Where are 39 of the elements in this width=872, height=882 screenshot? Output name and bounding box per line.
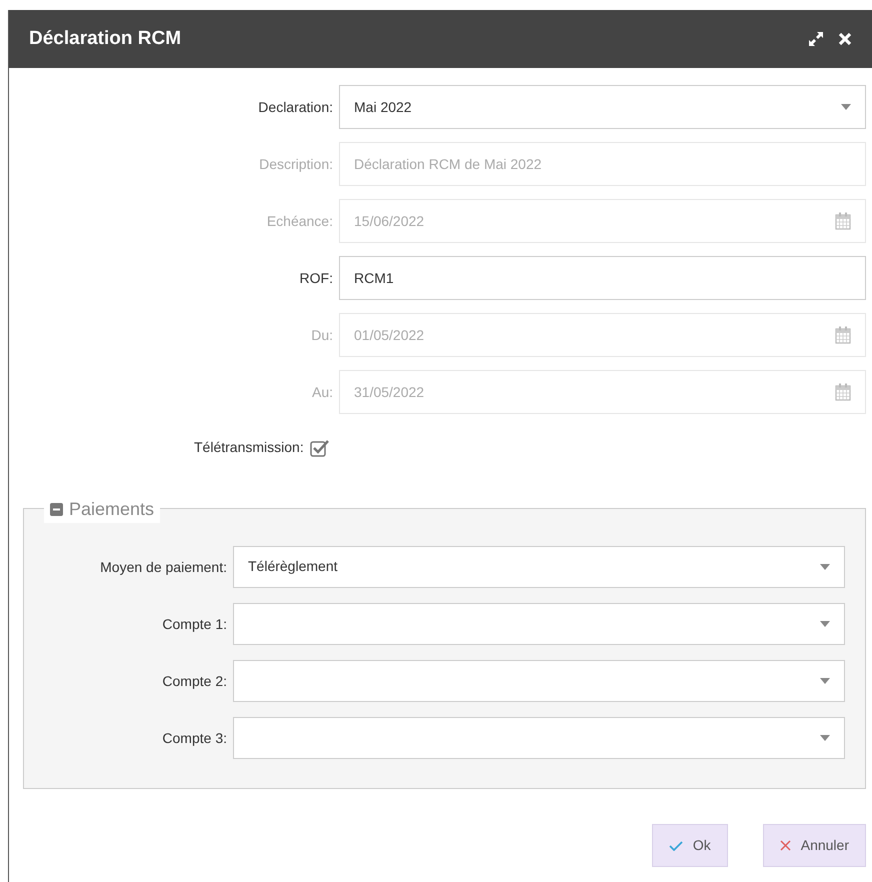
field-label: Compte 2: [161, 672, 228, 691]
close-icon [780, 840, 791, 851]
field-value: 15/06/2022 [354, 212, 426, 230]
dropdown-caret-icon [820, 678, 830, 684]
ok-button[interactable]: Ok [652, 824, 728, 867]
collapse-icon[interactable] [50, 503, 63, 516]
field-value: Télérèglement [248, 558, 338, 574]
maximize-icon[interactable] [808, 31, 824, 47]
field-label: ROF: [298, 268, 334, 288]
input-field[interactable]: RCM1 [339, 256, 866, 300]
field-label: Du: [310, 326, 334, 344]
check-icon [668, 840, 683, 850]
field-label: Declaration: [257, 98, 334, 116]
cancel-button[interactable]: Annuler [762, 824, 866, 867]
field-label: Télétransmission: [194, 438, 305, 457]
dropdown[interactable]: Télérèglement [233, 546, 845, 588]
checkbox[interactable] [310, 438, 330, 456]
dropdown-caret-icon [841, 104, 851, 110]
field-value: Déclaration RCM de Mai 2022 [354, 154, 543, 174]
field-label: Au: [310, 382, 334, 402]
calendar-icon [835, 212, 851, 230]
field-label: Compte 3: [161, 728, 228, 748]
field-label: Moyen de paiement: [99, 558, 228, 577]
field-label: Echéance: [266, 212, 334, 230]
field-value: Mai 2022 [354, 98, 413, 116]
dropdown-caret-icon [820, 621, 830, 627]
field-value: RCM1 [354, 268, 395, 288]
field-value: 31/05/2022 [354, 382, 426, 402]
calendar-icon [835, 383, 851, 401]
close-icon[interactable] [838, 32, 852, 46]
field-value: 01/05/2022 [354, 326, 426, 344]
calendar-icon [835, 326, 851, 344]
dropdown[interactable]: Mai 2022 [339, 85, 866, 129]
dropdown-caret-icon [820, 735, 830, 741]
window-title: Déclaration RCM [29, 26, 182, 51]
dropdown-caret-icon [820, 564, 830, 570]
field-label: Compte 1: [161, 614, 228, 634]
field-label: Description: [258, 154, 334, 174]
section-legend: Paiements [69, 496, 154, 523]
